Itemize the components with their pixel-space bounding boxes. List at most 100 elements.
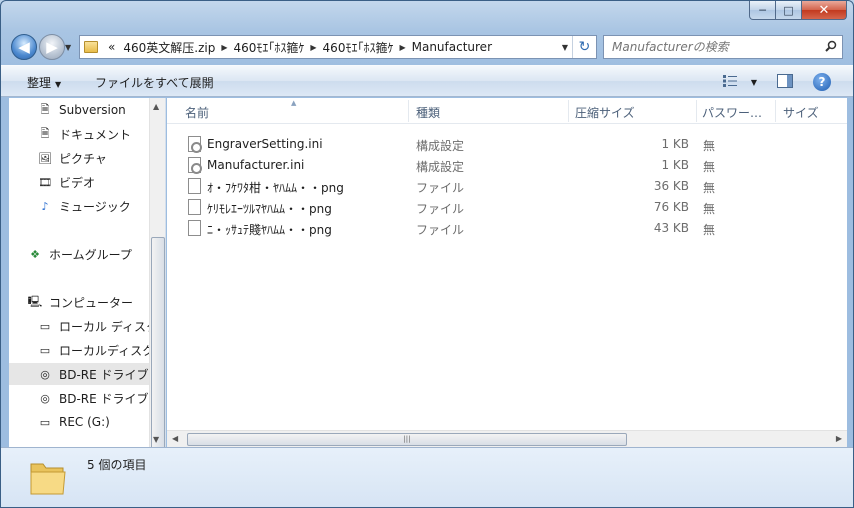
search-icon[interactable] — [825, 40, 837, 52]
view-options-icon[interactable] — [723, 75, 737, 87]
music-icon: ♪ — [41, 199, 49, 213]
navigation-row: ◀ ▶ ▼ « 460英文解压.zip ▶ 460ﾓｴ｢ﾎｽ箍ｹ ▶ 460ﾓｴ… — [1, 31, 853, 63]
file-name: ｵ・ﾌｹﾜﾀ柑・ﾔﾊﾑﾑ・・png — [207, 181, 344, 195]
organize-button[interactable]: 整理 ▼ — [27, 74, 61, 91]
forward-button[interactable]: ▶ — [39, 34, 65, 60]
nav-item-label: Subversion — [59, 103, 126, 117]
column-name[interactable]: 名前 — [185, 104, 209, 121]
breadcrumb-separator-icon[interactable]: ▶ — [308, 43, 318, 52]
scroll-right-icon[interactable]: ▶ — [836, 434, 842, 443]
drive-icon: ▭ — [39, 415, 51, 429]
video-icon: 🎞 — [38, 175, 52, 189]
horizontal-scroll-thumb[interactable]: ||| — [187, 433, 627, 446]
column-password[interactable]: パスワー… — [702, 104, 762, 121]
breadcrumb-current[interactable]: Manufacturer — [408, 40, 496, 54]
column-divider[interactable] — [408, 100, 409, 122]
file-icon — [188, 220, 201, 236]
nav-item-local-disk-c[interactable]: ▭ ローカル ディスク — [37, 315, 151, 337]
column-type[interactable]: 種類 — [416, 104, 440, 121]
back-button[interactable]: ◀ — [11, 34, 37, 60]
file-row[interactable]: ﾆ・ｯｻｭﾃ賤ﾔﾊﾑﾑ・・png ファイル 43 KB 無 — [185, 217, 715, 238]
back-arrow-icon: ◀ — [18, 38, 30, 56]
file-password: 無 — [703, 160, 716, 174]
column-compressed-size[interactable]: 圧縮サイズ — [575, 104, 635, 121]
search-input[interactable] — [612, 40, 812, 54]
view-options-dropdown[interactable]: ▼ — [751, 78, 757, 87]
title-bar: ─ □ ✕ — [1, 1, 853, 27]
nav-item-bd-re-2[interactable]: ◎ BD-RE ドライブ — [37, 387, 151, 409]
nav-item-bd-re-1[interactable]: ◎ BD-RE ドライブ — [9, 363, 151, 385]
homegroup-icon: ❖ — [30, 247, 40, 261]
file-size: 76 KB — [653, 200, 689, 214]
nav-item-label: REC (G:) — [59, 415, 110, 429]
nav-item-label: BD-RE ドライブ — [59, 367, 149, 382]
file-name: Manufacturer.ini — [207, 158, 305, 172]
nav-item-label: ローカル ディスク — [59, 319, 151, 334]
recent-pages-dropdown[interactable]: ▼ — [65, 43, 71, 52]
nav-item-label: ローカルディスク — [59, 343, 151, 358]
forward-arrow-icon: ▶ — [46, 38, 58, 56]
help-icon[interactable]: ? — [813, 73, 831, 91]
breadcrumb-folder-2[interactable]: 460ﾓｴ｢ﾎｽ箍ｹ — [319, 39, 398, 56]
scroll-up-icon[interactable]: ▲ — [153, 102, 159, 111]
nav-item-label: ピクチャ — [59, 151, 107, 166]
file-type: 構成設定 — [416, 139, 465, 153]
file-type: ファイル — [416, 181, 465, 195]
disc-icon: ◎ — [40, 367, 50, 381]
column-divider[interactable] — [696, 100, 697, 122]
file-list: ▲ 名前 種類 圧縮サイズ パスワー… サイズ EngraverSetting.… — [167, 98, 847, 447]
column-divider[interactable] — [775, 100, 776, 122]
scroll-down-icon[interactable]: ▼ — [153, 435, 159, 444]
computer-icon: 🖳 — [27, 294, 43, 308]
refresh-button[interactable]: ↻ — [572, 36, 596, 58]
file-size: 1 KB — [661, 137, 689, 151]
column-header: ▲ 名前 種類 圧縮サイズ パスワー… サイズ — [167, 98, 847, 124]
address-bar[interactable]: « 460英文解压.zip ▶ 460ﾓｴ｢ﾎｽ箍ｹ ▶ 460ﾓｴ｢ﾎｽ箍ｹ … — [79, 35, 597, 59]
folder-icon — [30, 463, 66, 495]
settings-file-icon — [188, 157, 202, 174]
file-name: EngraverSetting.ini — [207, 137, 323, 151]
file-row[interactable]: ｵ・ﾌｹﾜﾀ柑・ﾔﾊﾑﾑ・・png ファイル 36 KB 無 — [185, 175, 715, 196]
file-password: 無 — [703, 139, 716, 153]
nav-item-label: ドキュメント — [59, 127, 132, 142]
preview-pane-icon[interactable] — [777, 74, 793, 88]
file-name: ｹﾘﾓﾚｴｰﾂﾙﾏﾔﾊﾑﾑ・・png — [207, 202, 332, 216]
column-divider[interactable] — [568, 100, 569, 122]
disc-icon: ◎ — [40, 391, 50, 405]
extract-all-button[interactable]: ファイルをすべて展開 — [95, 74, 214, 91]
nav-item-local-disk-d[interactable]: ▭ ローカルディスク — [37, 339, 151, 361]
explorer-window: ─ □ ✕ ◀ ▶ ▼ « 460英文解压.zip ▶ 460ﾓｴ｢ﾎｽ箍ｹ ▶… — [0, 0, 854, 508]
file-row[interactable]: ｹﾘﾓﾚｴｰﾂﾙﾏﾔﾊﾑﾑ・・png ファイル 76 KB 無 — [185, 196, 715, 217]
nav-item-label: コンピューター — [49, 295, 134, 310]
nav-item-homegroup[interactable]: ❖ ホームグループ — [27, 243, 169, 265]
file-password: 無 — [703, 181, 716, 195]
breadcrumb-folder-1[interactable]: 460ﾓｴ｢ﾎｽ箍ｹ — [229, 39, 308, 56]
column-size[interactable]: サイズ — [783, 104, 819, 121]
nav-item-label: ホームグループ — [49, 247, 132, 262]
caption-buttons: ─ □ ✕ — [749, 1, 847, 20]
breadcrumb-zip[interactable]: 460英文解压.zip — [119, 39, 219, 56]
nav-item-rec-g[interactable]: ▭ REC (G:) — [37, 411, 151, 433]
nav-scrollbar[interactable]: ▲ ▼ — [149, 98, 165, 483]
file-size: 43 KB — [653, 221, 689, 235]
file-icon — [188, 178, 201, 194]
horizontal-scrollbar[interactable]: ◀ ||| ▶ — [167, 430, 847, 447]
file-password: 無 — [703, 202, 716, 216]
windows-drive-icon: ▭ — [39, 319, 51, 333]
scroll-left-icon[interactable]: ◀ — [172, 434, 178, 443]
maximize-button[interactable]: □ — [776, 1, 802, 20]
file-type: ファイル — [416, 202, 465, 216]
document-icon: 🗎 — [40, 102, 50, 116]
close-button[interactable]: ✕ — [802, 1, 847, 20]
organize-label: 整理 — [27, 76, 52, 90]
address-history-dropdown[interactable]: ▼ — [562, 43, 568, 52]
file-row[interactable]: EngraverSetting.ini 構成設定 1 KB 無 — [185, 133, 715, 154]
breadcrumb-separator-icon[interactable]: ▶ — [397, 43, 407, 52]
file-row[interactable]: Manufacturer.ini 構成設定 1 KB 無 — [185, 154, 715, 175]
nav-item-computer[interactable]: 🖳 コンピューター — [27, 291, 169, 313]
command-bar: 整理 ▼ ファイルをすべて展開 ▼ ? — [1, 65, 853, 97]
breadcrumb-overflow[interactable]: « — [104, 40, 119, 54]
minimize-button[interactable]: ─ — [749, 1, 776, 20]
file-password: 無 — [703, 223, 716, 237]
breadcrumb-separator-icon[interactable]: ▶ — [219, 43, 229, 52]
